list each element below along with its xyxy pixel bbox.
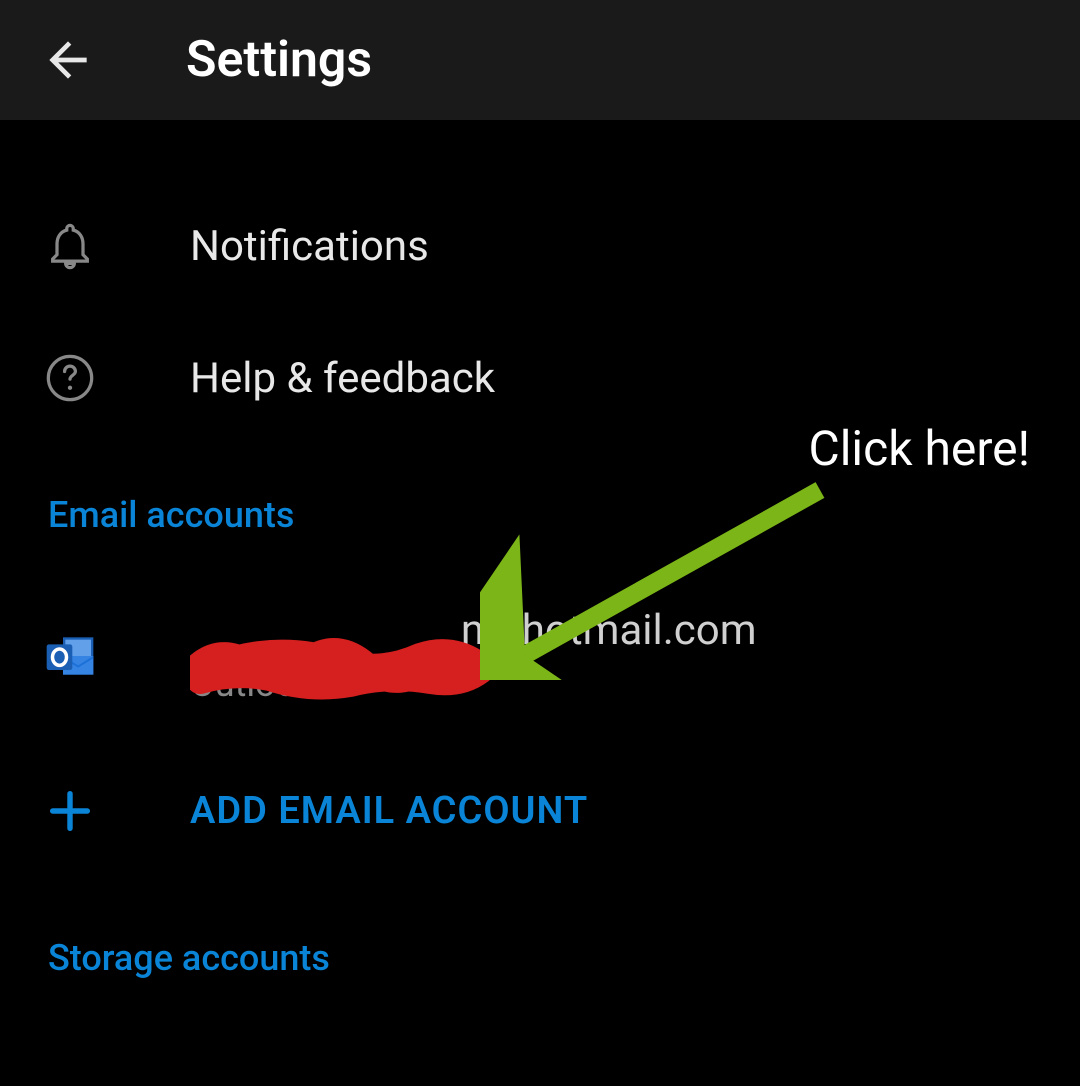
help-icon [40,352,100,404]
email-accounts-section-header: Email accounts [40,494,1040,536]
account-email: xxxxxxxxxxxxxn@hotmail.com [190,606,757,655]
notifications-item[interactable]: Notifications [40,180,1040,312]
back-button[interactable] [40,32,96,88]
account-text-block: xxxxxxxxxxxxxn@hotmail.com Outlook [190,606,757,705]
storage-accounts-section-header: Storage accounts [40,937,1040,979]
outlook-icon [40,628,100,684]
add-email-account-item[interactable]: ADD EMAIL ACCOUNT [40,735,1040,887]
page-title: Settings [186,31,372,89]
account-provider: Outlook [190,663,757,705]
settings-header: Settings [0,0,1080,120]
arrow-left-icon [40,32,96,88]
email-account-item[interactable]: xxxxxxxxxxxxxn@hotmail.com Outlook [40,576,1040,735]
notifications-label: Notifications [190,222,429,271]
help-feedback-item[interactable]: Help & feedback [40,312,1040,444]
add-account-label: ADD EMAIL ACCOUNT [190,789,588,833]
help-label: Help & feedback [190,354,495,403]
settings-content: Notifications Help & feedback Email acco… [0,120,1080,979]
bell-icon [40,220,100,272]
plus-icon [40,785,100,837]
